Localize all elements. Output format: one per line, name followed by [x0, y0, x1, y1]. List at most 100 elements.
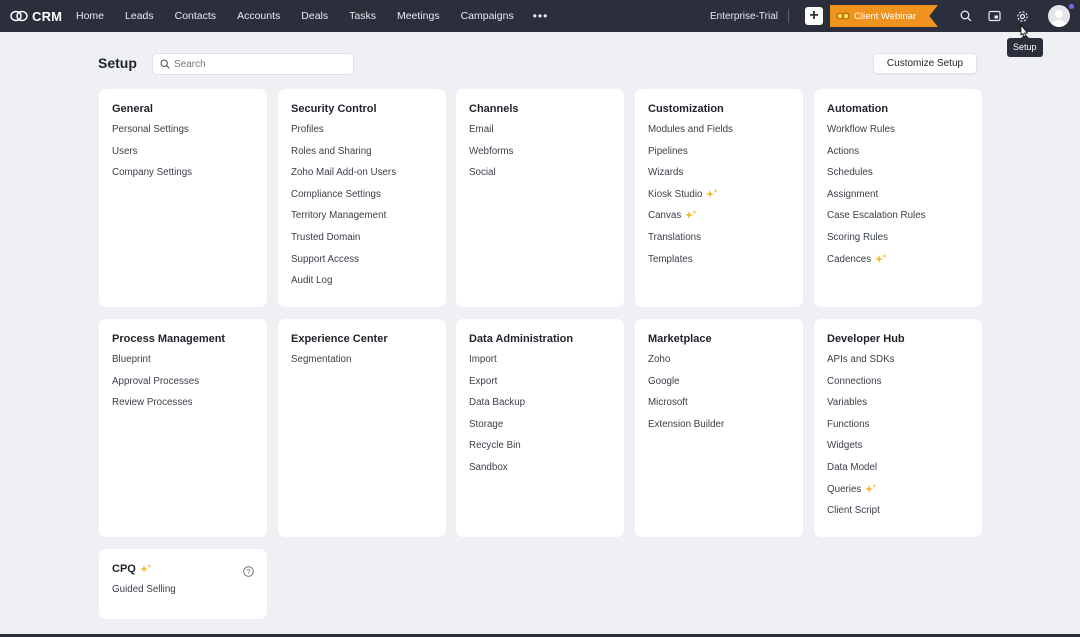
tab-tasks[interactable]: Tasks: [349, 10, 376, 22]
setup-link-zoho[interactable]: Zoho: [648, 354, 790, 376]
setup-link-variables[interactable]: Variables: [827, 397, 969, 419]
setup-link-webforms[interactable]: Webforms: [469, 146, 611, 168]
card-title-text: Process Management: [112, 333, 226, 345]
setup-link-data-model[interactable]: Data Model: [827, 462, 969, 484]
client-webinar-banner[interactable]: Client Webinar: [830, 5, 938, 27]
tab-home[interactable]: Home: [76, 10, 104, 22]
setup-link-queries[interactable]: Queries: [827, 483, 969, 506]
setup-link-pipelines[interactable]: Pipelines: [648, 146, 790, 168]
signals-icon[interactable]: [986, 8, 1002, 24]
tab-accounts[interactable]: Accounts: [237, 10, 280, 22]
search-input[interactable]: [174, 58, 344, 70]
setup-link-guided-selling[interactable]: Guided Selling: [112, 584, 254, 606]
setup-link-label: Functions: [827, 418, 870, 430]
more-tabs-icon[interactable]: •••: [533, 9, 549, 23]
setup-link-label: Translations: [648, 231, 701, 243]
setup-link-scoring-rules[interactable]: Scoring Rules: [827, 232, 969, 254]
tab-meetings[interactable]: Meetings: [397, 10, 440, 22]
setup-link-label: Storage: [469, 418, 504, 430]
customize-setup-button[interactable]: Customize Setup: [873, 53, 977, 74]
setup-link-workflow-rules[interactable]: Workflow Rules: [827, 124, 969, 146]
setup-link-data-backup[interactable]: Data Backup: [469, 397, 611, 419]
tab-campaigns[interactable]: Campaigns: [461, 10, 514, 22]
setup-link-trusted-domain[interactable]: Trusted Domain: [291, 232, 433, 254]
card-title-text: Channels: [469, 103, 519, 115]
top-navigation-bar: CRM Home Leads Contacts Accounts Deals T…: [0, 0, 1080, 32]
setup-link-label: Compliance Settings: [291, 188, 381, 200]
setup-link-label: Recycle Bin: [469, 440, 521, 452]
setup-link-google[interactable]: Google: [648, 376, 790, 398]
setup-link-label: Email: [469, 124, 494, 135]
setup-link-compliance-settings[interactable]: Compliance Settings: [291, 189, 433, 211]
setup-link-case-escalation-rules[interactable]: Case Escalation Rules: [827, 210, 969, 232]
setup-link-label: Profiles: [291, 124, 324, 135]
setup-link-canvas[interactable]: Canvas: [648, 210, 790, 232]
setup-link-approval-processes[interactable]: Approval Processes: [112, 376, 254, 398]
page-title: Setup: [98, 55, 137, 71]
setup-link-users[interactable]: Users: [112, 146, 254, 168]
setup-link-territory-management[interactable]: Territory Management: [291, 210, 433, 232]
setup-link-widgets[interactable]: Widgets: [827, 440, 969, 462]
setup-link-extension-builder[interactable]: Extension Builder: [648, 419, 790, 441]
setup-link-microsoft[interactable]: Microsoft: [648, 397, 790, 419]
setup-link-label: Personal Settings: [112, 124, 189, 135]
tab-contacts[interactable]: Contacts: [175, 10, 216, 22]
setup-link-label: Blueprint: [112, 354, 151, 365]
setup-link-label: Assignment: [827, 188, 879, 200]
setup-link-label: Support Access: [291, 253, 360, 265]
setup-link-review-processes[interactable]: Review Processes: [112, 397, 254, 419]
setup-link-label: Social: [469, 167, 496, 179]
setup-link-label: Google: [648, 375, 680, 387]
sparkle-icon: [706, 188, 718, 198]
setup-link-audit-log[interactable]: Audit Log: [291, 275, 433, 297]
setup-link-storage[interactable]: Storage: [469, 419, 611, 441]
setup-link-label: Sandbox: [469, 461, 508, 473]
setup-link-segmentation[interactable]: Segmentation: [291, 354, 433, 376]
crm-logo[interactable]: CRM: [10, 9, 66, 24]
setup-link-cadences[interactable]: Cadences: [827, 253, 969, 276]
setup-link-label: Guided Selling: [112, 584, 176, 595]
gear-icon[interactable]: [1014, 8, 1030, 24]
setup-link-zoho-mail-add-on-users[interactable]: Zoho Mail Add-on Users: [291, 167, 433, 189]
setup-link-social[interactable]: Social: [469, 167, 611, 189]
setup-link-label: Pipelines: [648, 145, 688, 157]
edition-label[interactable]: Enterprise-Trial: [710, 11, 778, 22]
setup-link-apis-and-sdks[interactable]: APIs and SDKs: [827, 354, 969, 376]
module-tabs: Home Leads Contacts Accounts Deals Tasks…: [76, 9, 548, 23]
setup-link-actions[interactable]: Actions: [827, 146, 969, 168]
quick-create-button[interactable]: +: [805, 7, 823, 25]
setup-link-support-access[interactable]: Support Access: [291, 254, 433, 276]
setup-link-email[interactable]: Email: [469, 124, 611, 146]
card-title: Marketplace: [648, 333, 790, 345]
setup-link-assignment[interactable]: Assignment: [827, 189, 969, 211]
setup-link-export[interactable]: Export: [469, 376, 611, 398]
setup-link-translations[interactable]: Translations: [648, 232, 790, 254]
webinar-label: Client Webinar: [854, 10, 917, 22]
setup-link-client-script[interactable]: Client Script: [827, 505, 969, 527]
help-icon[interactable]: ?: [243, 566, 254, 577]
setup-link-import[interactable]: Import: [469, 354, 611, 376]
setup-link-roles-and-sharing[interactable]: Roles and Sharing: [291, 146, 433, 168]
setup-link-label: Connections: [827, 375, 882, 387]
search-icon[interactable]: [958, 8, 974, 24]
setup-link-personal-settings[interactable]: Personal Settings: [112, 124, 254, 146]
setup-link-blueprint[interactable]: Blueprint: [112, 354, 254, 376]
tab-leads[interactable]: Leads: [125, 10, 154, 22]
avatar[interactable]: [1048, 5, 1070, 27]
setup-link-sandbox[interactable]: Sandbox: [469, 462, 611, 484]
setup-link-kiosk-studio[interactable]: Kiosk Studio: [648, 188, 790, 211]
setup-link-connections[interactable]: Connections: [827, 376, 969, 398]
search-icon: [160, 59, 170, 69]
setup-search[interactable]: [152, 53, 354, 75]
setup-link-templates[interactable]: Templates: [648, 254, 790, 276]
setup-link-profiles[interactable]: Profiles: [291, 124, 433, 146]
setup-link-modules-and-fields[interactable]: Modules and Fields: [648, 124, 790, 146]
setup-link-schedules[interactable]: Schedules: [827, 167, 969, 189]
tab-deals[interactable]: Deals: [301, 10, 328, 22]
setup-link-company-settings[interactable]: Company Settings: [112, 167, 254, 189]
setup-link-wizards[interactable]: Wizards: [648, 167, 790, 189]
setup-link-recycle-bin[interactable]: Recycle Bin: [469, 440, 611, 462]
setup-link-label: Zoho Mail Add-on Users: [291, 167, 397, 179]
setup-link-functions[interactable]: Functions: [827, 419, 969, 441]
card-title: Channels: [469, 103, 611, 115]
